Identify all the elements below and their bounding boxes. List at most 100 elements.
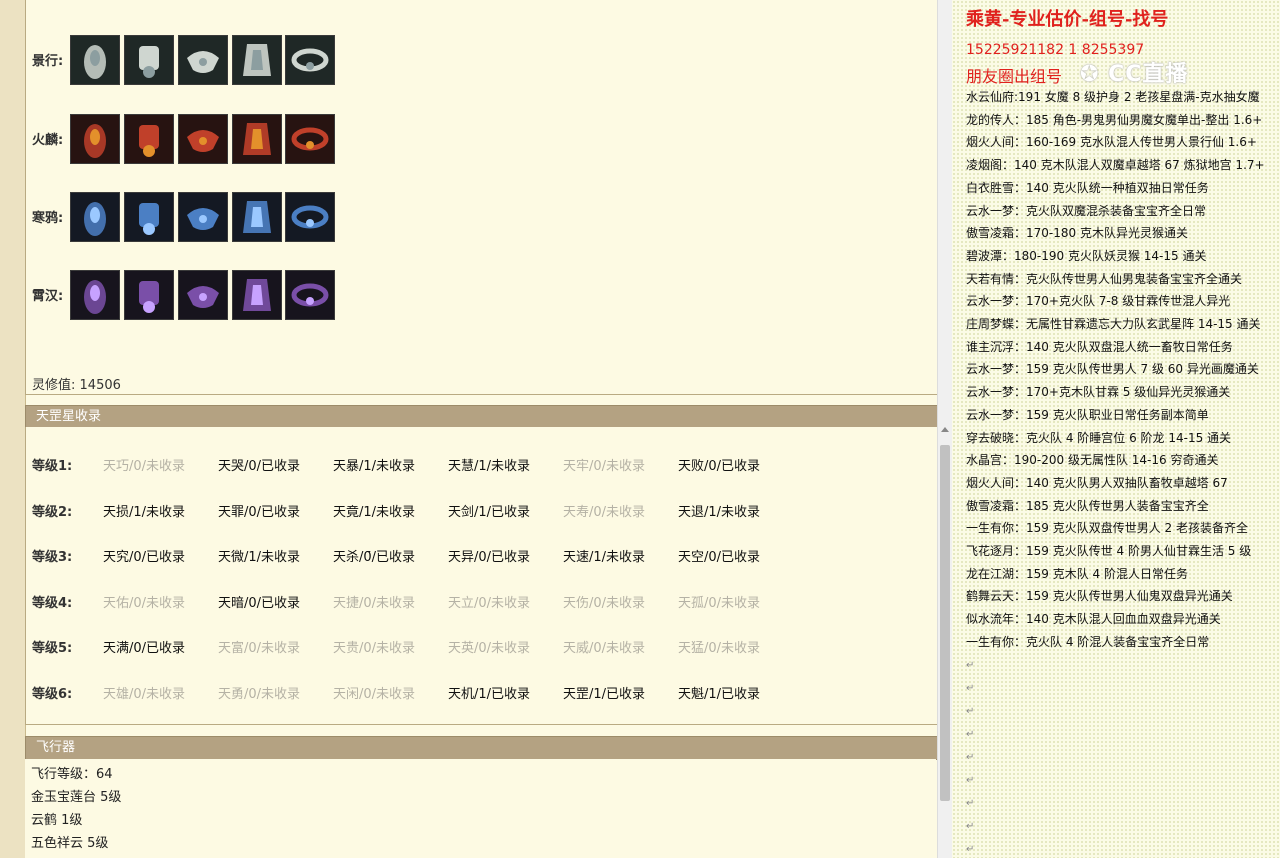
star-entry: 天罪/0/已收录 <box>218 504 301 520</box>
ad-listing-line: 云水一梦：159 克火队职业日常任务副本简单 <box>966 407 1209 422</box>
star-level-label: 等级1: <box>32 459 73 474</box>
flyer-item: 五色祥云 5级 <box>31 836 109 851</box>
star-entry: 天雄/0/未收录 <box>103 687 186 702</box>
equipment-item-icon[interactable] <box>285 270 335 320</box>
ad-listing-line: 似水流年：140 克木队混人回血血双盘异光通关 <box>966 612 1221 627</box>
star-entry: 天退/1/未收录 <box>678 504 761 520</box>
equipment-item-icon[interactable] <box>124 35 174 85</box>
ad-listing-line: 傲雪凌霜：185 克火队传世男人装备宝宝齐全 <box>966 498 1209 513</box>
star-entry: 天机/1/已收录 <box>448 687 531 702</box>
equipment-item-icon[interactable] <box>178 114 228 164</box>
equipment-item-icon[interactable] <box>178 35 228 85</box>
equipment-item-icon[interactable] <box>285 192 335 242</box>
left-edge-strip <box>0 0 26 858</box>
equipment-item-icon[interactable] <box>178 270 228 320</box>
lingxiu-label: 灵修值: <box>32 378 76 393</box>
ad-listing-line: 碧波潭：180-190 克火队妖灵猴 14-15 通关 <box>966 248 1207 263</box>
star-entry: 天闲/0/未收录 <box>333 687 416 702</box>
star-entry: 天威/0/未收录 <box>563 641 646 657</box>
star-entry: 天微/1/未收录 <box>218 550 301 566</box>
equipment-item-icon[interactable] <box>70 192 120 242</box>
star-entry: 天哭/0/已收录 <box>218 459 301 474</box>
ad-listing-line: 一生有你：克火队 4 阶混人装备宝宝齐全日常 <box>966 634 1210 649</box>
star-level-label: 等级2: <box>32 504 73 520</box>
paragraph-mark: ↵ <box>966 706 975 717</box>
star-level-label: 等级6: <box>32 687 73 702</box>
star-entry: 天寿/0/未收录 <box>563 504 646 520</box>
star-entry: 天剑/1/已收录 <box>448 504 531 520</box>
lingxiu-stat: 灵修值: 14506 <box>32 374 121 393</box>
paragraph-mark: ↵ <box>966 821 975 832</box>
star-entry: 天速/1/未收录 <box>563 550 646 566</box>
equipment-item-icon[interactable] <box>124 114 174 164</box>
paragraph-mark: ↵ <box>966 775 975 786</box>
equipment-item-icon[interactable] <box>70 35 120 85</box>
flyer-section-header[interactable]: 飞行器 <box>25 736 937 760</box>
star-section-panel: 等级1: 天巧/0/未收录 天哭/0/已收录 天暴/1/未收录 天慧/1/未收录 天牢/0… <box>25 427 937 725</box>
ad-listing-line: 龙在江湖：159 克木队 4 阶混人日常任务 <box>966 566 1188 581</box>
ad-listing-line: 烟火人间：160-169 克水队混人传世男人景行仙 1.6+ <box>966 135 1257 150</box>
star-entry: 天杀/0̄/已收录 <box>333 550 416 566</box>
paragraph-mark: ↵ <box>966 660 975 671</box>
scroll-up-arrow-icon[interactable] <box>941 427 949 432</box>
equipment-item-icon[interactable] <box>178 192 228 242</box>
equip-row-label: 火麟: <box>32 133 64 148</box>
star-entry: 天败/0/已收录 <box>678 459 761 474</box>
equipment-panel: 景行: 火麟: 寒鸦: 霄汉: 灵修值: 14506 <box>25 0 937 395</box>
star-level-label: 等级5: <box>32 641 73 657</box>
star-entry: 天巧/0/未收录 <box>103 459 186 474</box>
ad-listing-line: 一生有你：159 克火队双盘传世男人 2 老孩装备齐全 <box>966 521 1248 536</box>
star-section-title: 天罡星收录 <box>36 409 102 424</box>
paragraph-mark: ↵ <box>966 752 975 763</box>
star-entry: 天富/0/未收录 <box>218 641 301 657</box>
equipment-item-icon[interactable] <box>285 35 335 85</box>
ad-listing-line: 凌烟阁：140 克木队混人双魔卓越塔 67 炼狱地宫 1.7+ <box>966 158 1265 173</box>
equipment-item-icon[interactable] <box>285 114 335 164</box>
ad-listing-line: 白衣胜雪：140 克火队统一种植双抽日常任务 <box>966 180 1209 195</box>
ad-listing-line: 天若有情：克火队传世男人仙男鬼装备宝宝齐全通关 <box>966 271 1243 286</box>
star-entry: 天猛/0/未收录 <box>678 641 761 657</box>
ad-listing-line: 飞花逐月：159 克火队传世 4 阶男人仙甘霖生活 5 级 <box>966 544 1252 558</box>
star-entry: 天捷/0/未收录 <box>333 595 416 611</box>
ad-listing-line: 云水一梦：克火队双魔混杀装备宝宝齐全日常 <box>966 203 1207 218</box>
star-entry: 天牢/0/未收录 <box>563 459 646 474</box>
ad-listing-line: 烟火人间：140 克火队男人双抽队畜牧卓越塔 67 <box>966 475 1228 490</box>
ad-listing-line: 云水一梦：170+克火队 7-8 级甘霖传世混人异光 <box>966 294 1231 309</box>
equip-row-label: 霄汉: <box>32 289 64 304</box>
lingxiu-value: 14506 <box>79 378 121 393</box>
equipment-item-icon[interactable] <box>232 35 282 85</box>
ad-listing-line: 傲雪凌霜：170-180 克木队异光灵猴通关 <box>966 226 1188 241</box>
flyer-level: 飞行等级：64 <box>31 767 113 782</box>
star-entry: 天贵/0/未收录 <box>333 641 416 657</box>
flyer-section-panel: 飞行等级：64 金玉宝莲台 5级 云鹤 1级 五色祥云 5级 <box>25 759 936 858</box>
star-entry: 天魁/1/已收录 <box>678 687 761 702</box>
star-section-header[interactable]: 天罡星收录 <box>25 405 937 429</box>
equipment-item-icon[interactable] <box>232 114 282 164</box>
equip-row-label: 景行: <box>32 54 64 69</box>
equipment-item-icon[interactable] <box>124 270 174 320</box>
equipment-item-icon[interactable] <box>70 114 120 164</box>
equipment-item-icon[interactable] <box>124 192 174 242</box>
star-entry: 天异/0/已收录 <box>448 550 531 566</box>
ad-listing-line: 庄周梦蝶：无属性甘霖遗忘大力队玄武星阵 14-15 通关 <box>966 317 1261 331</box>
equipment-item-icon[interactable] <box>70 270 120 320</box>
stream-watermark-logo: ✪ CC直播 <box>1080 62 1189 87</box>
star-entry: 天慧/1/未收录 <box>448 459 531 474</box>
ad-listing-line: 鹤舞云天：159 克火队传世男人仙鬼双盘异光通关 <box>966 589 1233 604</box>
ad-listing-line: 云水一梦：170+克木队甘霖 5 级仙异光灵猴通关 <box>966 385 1231 400</box>
star-level-label: 等级4: <box>32 595 73 611</box>
star-entry: 天孤/0/未收录 <box>678 595 761 611</box>
ad-listing-line: 水云仙府:191 女魔 8 级护身 2 老孩星盘满-克水抽女魔 <box>966 90 1260 104</box>
star-entry: 天佑/0/未收录 <box>103 595 186 611</box>
equipment-item-icon[interactable] <box>232 192 282 242</box>
star-entry: 天暗/0/已收录 <box>218 595 301 611</box>
star-entry: 天罡/1/已收录 <box>563 687 646 702</box>
star-entry: 天立/0/未收录 <box>448 595 531 611</box>
ad-listing-line: 龙的传人：185 角色-男鬼男仙男魔女魔单出-整出 1.6+ <box>966 112 1263 127</box>
equipment-item-icon[interactable] <box>232 270 282 320</box>
vertical-scrollbar[interactable] <box>937 0 952 858</box>
scrollbar-thumb[interactable] <box>940 445 950 801</box>
paragraph-mark: ↵ <box>966 683 975 694</box>
ad-listing-line: 谁主沉浮：140 克火队双盘混人统一畜牧日常任务 <box>966 339 1233 354</box>
paragraph-mark: ↵ <box>966 844 975 855</box>
